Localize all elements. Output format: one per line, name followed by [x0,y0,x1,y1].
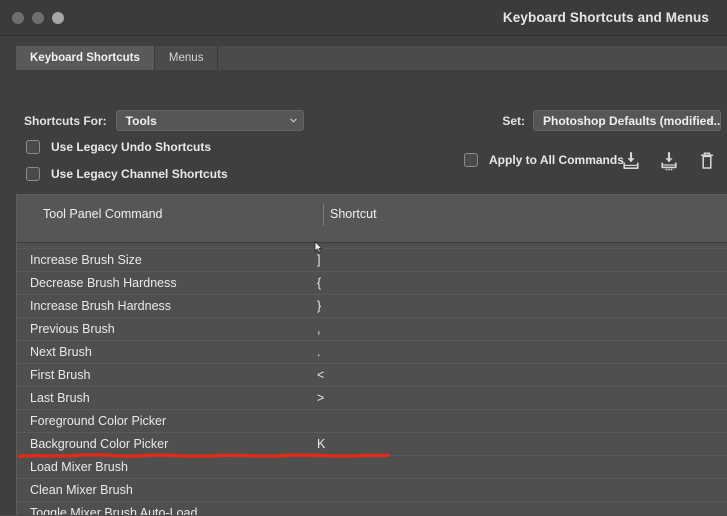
title-bar: Keyboard Shortcuts and Menus [0,0,727,36]
save-set-as-icon[interactable] [659,150,679,172]
table-row[interactable]: Next Brush. [17,341,727,364]
apply-to-all-commands-checkbox[interactable] [464,153,478,167]
table-row[interactable]: Foreground Color Picker [17,410,727,433]
cell-command: Foreground Color Picker [30,414,167,428]
shortcuts-table: Tool Panel Command Shortcut Increase Bru… [16,194,727,515]
chevron-down-icon [290,117,297,124]
table-row[interactable]: First Brush < [17,364,727,387]
cell-shortcut[interactable]: } [317,295,321,318]
column-header-shortcut[interactable]: Shortcut [330,207,377,221]
delete-set-icon[interactable] [697,150,717,172]
legacy-channel-label: Use Legacy Channel Shortcuts [51,167,228,181]
traffic-light-group [12,12,64,24]
keyboard-shortcuts-window: Keyboard Shortcuts and Menus Keyboard Sh… [0,0,727,516]
tab-strip-filler [218,46,727,70]
shortcuts-for-row: Shortcuts For: Tools [24,110,304,131]
tab-keyboard-shortcuts[interactable]: Keyboard Shortcuts [16,46,155,70]
tab-keyboard-shortcuts-label: Keyboard Shortcuts [30,52,140,64]
shortcuts-for-label: Shortcuts For: [24,113,107,128]
cell-command: Next Brush [30,345,92,359]
set-actions-toolbar [621,150,717,172]
legacy-channel-checkbox[interactable] [26,167,40,181]
set-label: Set: [502,113,525,128]
cell-command: Clean Mixer Brush [30,483,133,497]
tab-menus-label: Menus [168,52,204,64]
dialog-body: Keyboard Shortcuts Menus Shortcuts For: … [0,36,727,515]
cell-shortcut[interactable]: ] [317,249,320,272]
legacy-undo-label: Use Legacy Undo Shortcuts [51,140,212,154]
cell-shortcut[interactable]: > [317,387,324,410]
legacy-channel-row: Use Legacy Channel Shortcuts [26,167,228,181]
close-button[interactable] [12,12,24,24]
table-row[interactable]: Clean Mixer Brush [17,479,727,502]
tab-strip: Keyboard Shortcuts Menus [16,46,727,70]
cell-command: Background Color Picker [30,437,169,451]
cell-shortcut[interactable]: { [317,272,321,295]
set-value: Photoshop Defaults (modified... [543,113,721,128]
set-select[interactable]: Photoshop Defaults (modified... [533,110,721,131]
cell-command: First Brush [30,368,91,382]
cell-command: Last Brush [30,391,90,405]
chevron-down-icon [707,117,714,124]
cell-command: Increase Brush Hardness [30,299,172,313]
save-set-icon[interactable] [621,150,641,172]
cell-shortcut[interactable]: K [317,433,325,456]
column-header-command[interactable]: Tool Panel Command [43,207,163,221]
minimize-button[interactable] [32,12,44,24]
table-row[interactable]: Last Brush > [17,387,727,410]
maximize-button[interactable] [52,12,64,24]
apply-to-all-commands-row: Apply to All Commands [464,153,624,167]
cell-command: Toggle Mixer Brush Auto-Load [30,506,198,515]
cell-command: Previous Brush [30,322,115,336]
legacy-undo-checkbox[interactable] [26,140,40,154]
cell-shortcut[interactable]: , [317,318,320,341]
shortcuts-for-select[interactable]: Tools [115,110,304,131]
table-row[interactable]: Load Mixer Brush [17,456,727,479]
table-row[interactable]: Background Color Picker K [17,433,727,456]
cell-shortcut[interactable]: . [317,341,320,364]
legacy-undo-row: Use Legacy Undo Shortcuts [26,140,211,154]
set-row: Set: Photoshop Defaults (modified... [502,110,721,131]
table-row[interactable]: Toggle Mixer Brush Auto-Load [17,502,727,515]
cell-command: Load Mixer Brush [30,460,128,474]
cell-shortcut[interactable]: < [317,364,324,387]
table-row[interactable]: Decrease Brush Hardness { [17,272,727,295]
table-row[interactable]: Increase Brush Hardness} [17,295,727,318]
apply-to-all-commands-label: Apply to All Commands [489,153,624,167]
table-body[interactable]: Increase Brush Size] Decrease Brush Hardn… [17,243,727,515]
table-row[interactable]: Increase Brush Size] [17,249,727,272]
table-row[interactable]: Previous Brush, [17,318,727,341]
tab-menus[interactable]: Menus [154,46,219,70]
table-header: Tool Panel Command Shortcut [17,195,727,243]
cell-command: Increase Brush Size [30,253,142,267]
cell-command: Decrease Brush Hardness [30,276,177,290]
shortcuts-for-value: Tools [125,113,157,128]
window-title: Keyboard Shortcuts and Menus [502,10,709,25]
column-divider [323,204,324,226]
